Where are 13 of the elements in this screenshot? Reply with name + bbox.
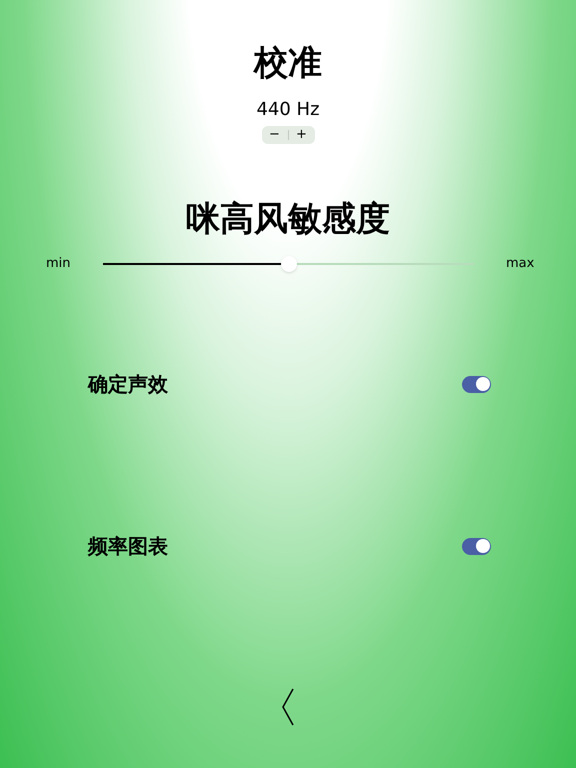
decrement-button[interactable]: − bbox=[262, 126, 288, 144]
title: 校准 bbox=[254, 42, 322, 85]
min-label: min bbox=[45, 255, 72, 274]
sensitivity-title: 咪高风敏感度 bbox=[186, 198, 390, 241]
toggle-label: 频率图表 bbox=[88, 533, 168, 560]
toggle-switch[interactable] bbox=[462, 376, 491, 392]
toggle-label: 确定声效 bbox=[88, 371, 168, 398]
slider-thumb[interactable] bbox=[280, 256, 296, 272]
frequency-reading: 440 Hz bbox=[256, 98, 320, 122]
increment-button[interactable]: + bbox=[288, 126, 314, 144]
max-label: max bbox=[505, 255, 536, 274]
toggle-switch[interactable] bbox=[462, 538, 491, 554]
back-chevron-icon[interactable] bbox=[282, 688, 294, 726]
